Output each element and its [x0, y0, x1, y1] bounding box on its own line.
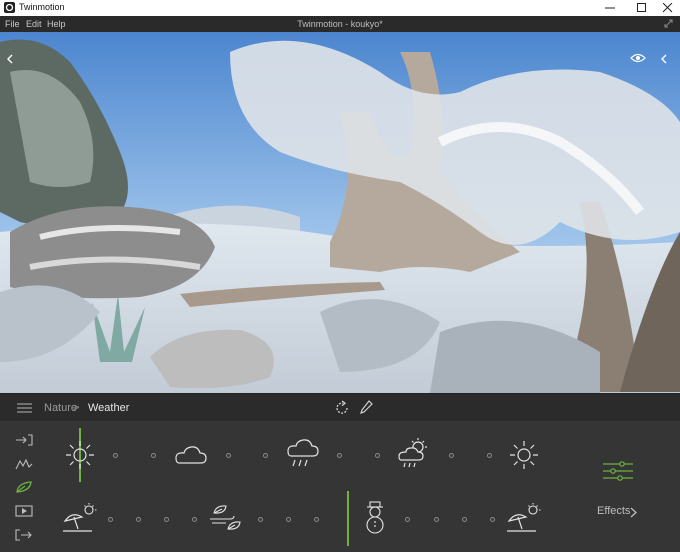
weather-step-dot[interactable]: [337, 453, 342, 458]
effects-button[interactable]: Effects: [597, 505, 630, 517]
maximize-button[interactable]: [628, 0, 656, 16]
weather-step-dot[interactable]: [449, 453, 454, 458]
cloud-icon[interactable]: [172, 443, 208, 467]
breadcrumb-weather: Weather: [88, 402, 130, 414]
scene-viewport[interactable]: [0, 32, 680, 393]
autumn-wind-leaf-icon[interactable]: [208, 501, 244, 533]
breadcrumb-separator: >: [73, 402, 80, 414]
eye-icon[interactable]: [630, 53, 646, 63]
season-step-dot[interactable]: [462, 517, 467, 522]
close-button[interactable]: [654, 0, 680, 16]
snowy-landscape-render: [0, 32, 680, 393]
twinmotion-logo-icon: [4, 2, 15, 13]
minimize-button[interactable]: [596, 0, 624, 16]
refresh-icon[interactable]: [334, 400, 350, 416]
chevron-left-icon[interactable]: [660, 54, 668, 64]
leaf-icon[interactable]: [15, 481, 33, 493]
weather-step-dot[interactable]: [487, 453, 492, 458]
chevron-right-icon[interactable]: [630, 507, 637, 518]
document-title: Twinmotion - koukyo*: [297, 19, 383, 29]
season-step-dot[interactable]: [192, 517, 197, 522]
weather-panel: Effects: [0, 421, 680, 552]
snowman-icon[interactable]: [363, 501, 387, 535]
weather-step-dot[interactable]: [375, 453, 380, 458]
export-icon[interactable]: [15, 529, 33, 541]
season-step-dot[interactable]: [314, 517, 319, 522]
import-icon[interactable]: [15, 434, 33, 446]
weather-step-dot[interactable]: [263, 453, 268, 458]
season-step-dot[interactable]: [164, 517, 169, 522]
weather-step-dot[interactable]: [226, 453, 231, 458]
expand-icon[interactable]: [664, 19, 673, 28]
menu-bar: File Edit Help Twinmotion - koukyo*: [0, 16, 680, 32]
season-step-dot[interactable]: [286, 517, 291, 522]
rain-icon[interactable]: [284, 438, 320, 470]
season-step-dot[interactable]: [108, 517, 113, 522]
beach-umbrella-sun-icon[interactable]: [62, 503, 98, 535]
window-title-bar: Twinmotion: [0, 0, 680, 17]
media-icon[interactable]: [15, 505, 33, 517]
minimize-icon: [605, 7, 615, 9]
season-step-dot[interactable]: [490, 517, 495, 522]
season-step-dot[interactable]: [136, 517, 141, 522]
season-step-dot[interactable]: [434, 517, 439, 522]
sun-icon[interactable]: [508, 439, 540, 471]
app-title: Twinmotion: [19, 2, 65, 12]
sliders-icon[interactable]: [602, 461, 634, 481]
season-selection-marker[interactable]: [347, 491, 349, 546]
season-step-dot[interactable]: [258, 517, 263, 522]
weather-step-dot[interactable]: [151, 453, 156, 458]
hamburger-icon[interactable]: [17, 403, 32, 413]
maximize-icon: [637, 3, 646, 12]
chevron-left-icon[interactable]: [6, 54, 14, 64]
sun-icon[interactable]: [64, 439, 96, 471]
weather-step-dot[interactable]: [113, 453, 118, 458]
breadcrumb-bar: Nature > Weather: [0, 393, 680, 422]
season-step-dot[interactable]: [405, 517, 410, 522]
partly-cloudy-rain-icon[interactable]: [396, 436, 430, 470]
beach-umbrella-sun-icon[interactable]: [506, 503, 542, 535]
close-icon: [663, 3, 673, 13]
pencil-icon[interactable]: [359, 400, 373, 414]
landscape-icon[interactable]: [15, 458, 33, 470]
